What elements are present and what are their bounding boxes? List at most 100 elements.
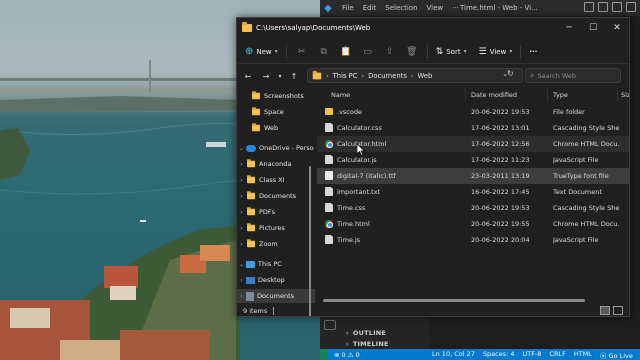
nav-item-zoom[interactable]: › Zoom (237, 237, 315, 251)
recent-chevron-icon[interactable]: ▾ (275, 73, 285, 80)
paste-icon[interactable]: 📋 (335, 47, 357, 57)
indentation[interactable]: Spaces: 4 (483, 350, 515, 360)
chevron-right-icon[interactable]: › (237, 225, 246, 232)
cursor-position[interactable]: Ln 10, Col 27 (432, 350, 475, 360)
chevron-right-icon[interactable]: › (237, 293, 246, 300)
file-row[interactable]: digital-7 (italic).ttf 23-03-2011 13:19 … (317, 168, 629, 184)
file-row[interactable]: .vscode 20-06-2022 19:53 File folder (317, 104, 629, 120)
refresh-icon[interactable]: ↻ (507, 69, 514, 78)
chevron-right-icon[interactable]: › (237, 209, 246, 216)
nav-item-pdfs[interactable]: › PDFs (237, 205, 315, 219)
search-input[interactable] (537, 71, 608, 80)
more-options-button[interactable]: ··· (529, 48, 537, 56)
column-header-name[interactable]: Name (331, 88, 350, 102)
chevron-right-icon[interactable]: › (237, 241, 246, 248)
column-header-size[interactable]: Siz (621, 88, 629, 102)
view-button[interactable]: ☰ View ▾ (479, 47, 513, 57)
cloud-icon (246, 144, 256, 152)
menu-edit[interactable]: Edit (363, 4, 377, 12)
folder-icon (247, 207, 255, 216)
chevron-right-icon[interactable]: › (237, 277, 246, 284)
folder-icon (252, 123, 260, 132)
problems-count[interactable]: ⊗ 0 ⚠ 0 (334, 351, 360, 359)
remote-indicator-icon[interactable] (320, 349, 328, 360)
nav-label: Anaconda (259, 160, 292, 168)
minimize-button[interactable]: ─ (557, 18, 581, 38)
nav-item-class-xi[interactable]: › Class XI (237, 173, 315, 187)
timeline-section[interactable]: TIMELINE (346, 340, 389, 348)
nav-item-pictures[interactable]: › Pictures (237, 221, 315, 235)
nav-scrollbar[interactable] (309, 166, 311, 316)
back-arrow-icon[interactable]: ← (239, 72, 257, 81)
copy-icon[interactable]: ⧉ (313, 47, 335, 57)
layout-toggle-icon[interactable] (612, 2, 622, 12)
horizontal-scrollbar[interactable] (323, 299, 585, 302)
nav-item-screenshots[interactable]: Screenshots (237, 89, 315, 103)
new-button[interactable]: ⊕ New ▾ (245, 46, 278, 57)
divider (520, 44, 522, 59)
details-view-icon[interactable] (600, 306, 610, 315)
tiles-view-icon[interactable] (613, 306, 623, 315)
breadcrumb-web[interactable]: Web (418, 72, 433, 80)
file-row[interactable]: Time.js 20-06-2022 20:04 JavaScript File (317, 232, 629, 248)
delete-icon[interactable]: 🗑 (401, 47, 423, 57)
encoding[interactable]: UTF-8 (522, 350, 541, 360)
file-row[interactable]: important.txt 16-06-2022 17:45 Text Docu… (317, 184, 629, 200)
breadcrumb-documents[interactable]: Documents (368, 72, 407, 80)
column-divider[interactable] (547, 88, 548, 102)
chevron-right-icon[interactable]: › (237, 177, 246, 184)
js-file-icon (325, 155, 333, 165)
column-header-date-modified[interactable]: Date modified (471, 88, 517, 102)
nav-item-web[interactable]: Web (237, 121, 315, 135)
menu-view[interactable]: View (427, 4, 444, 12)
file-row[interactable]: Time.css 20-06-2022 19:53 Cascading Styl… (317, 200, 629, 216)
sort-button[interactable]: ⇅ Sort ▾ (436, 47, 467, 57)
nav-item-anaconda[interactable]: › Anaconda (237, 157, 315, 171)
column-header-type[interactable]: Type (553, 88, 568, 102)
layout-toggle-icon[interactable] (626, 2, 636, 12)
nav-item-this-pc-documents[interactable]: › Documents (237, 289, 315, 303)
cut-icon[interactable]: ✂ (291, 47, 313, 57)
language-mode[interactable]: HTML (574, 350, 592, 360)
end-of-line[interactable]: CRLF (549, 350, 565, 360)
column-divider[interactable] (617, 88, 618, 102)
column-divider[interactable] (465, 88, 466, 102)
file-row[interactable]: Calculator.css 17-06-2022 13:01 Cascadin… (317, 120, 629, 136)
chevron-down-icon[interactable]: ⌄ (237, 261, 246, 268)
address-bar[interactable]: › This PC › Documents › Web ⌄ (307, 68, 523, 83)
menu-more[interactable]: ··· (452, 4, 459, 12)
breadcrumb-this-pc[interactable]: This PC (333, 72, 358, 80)
menu-file[interactable]: File (342, 4, 354, 12)
share-icon[interactable]: ⇪ (379, 47, 401, 57)
maximize-button[interactable]: ☐ (581, 18, 605, 38)
layout-toggle-icon[interactable] (584, 2, 594, 12)
menu-selection[interactable]: Selection (385, 4, 417, 12)
chevron-right-icon[interactable]: › (237, 161, 246, 168)
close-button[interactable]: ✕ (605, 18, 629, 38)
nav-item-space[interactable]: Space (237, 105, 315, 119)
nav-item-desktop[interactable]: › Desktop (237, 273, 315, 287)
file-name-cell: Calculator.css (325, 120, 463, 136)
file-row[interactable]: Time.html 20-06-2022 19:55 Chrome HTML D… (317, 216, 629, 232)
nav-label: Web (264, 124, 279, 132)
nav-item-documents[interactable]: › Documents (237, 189, 315, 203)
nav-item-this-pc[interactable]: ⌄ This PC (237, 257, 315, 271)
chevron-down-icon[interactable]: ⌄ (237, 145, 246, 152)
layout-toggle-icon[interactable] (598, 2, 608, 12)
command-bar: ⊕ New ▾ ✂ ⧉ 📋 ▭ ⇪ 🗑 ⇅ Sort ▾ ☰ View ▾ ··… (237, 40, 629, 64)
folder-icon (247, 239, 255, 248)
gear-icon[interactable] (324, 320, 336, 330)
nav-item-onedrive[interactable]: ⌄ OneDrive - Perso (237, 141, 315, 155)
up-arrow-icon[interactable]: ↑ (285, 72, 303, 81)
outline-section[interactable]: OUTLINE (346, 329, 386, 337)
folder-icon (247, 191, 255, 200)
documents-icon (246, 291, 254, 301)
go-live-button[interactable]: ⦿ Go Live (600, 350, 633, 360)
search-box[interactable]: ⌕ (525, 68, 621, 83)
file-type: Text Document (553, 187, 602, 196)
breadcrumb-separator: › (361, 71, 365, 80)
rename-icon[interactable]: ▭ (357, 47, 379, 57)
forward-arrow-icon[interactable]: → (257, 72, 275, 81)
file-name: Time.html (337, 219, 370, 228)
chevron-right-icon[interactable]: › (237, 193, 246, 200)
